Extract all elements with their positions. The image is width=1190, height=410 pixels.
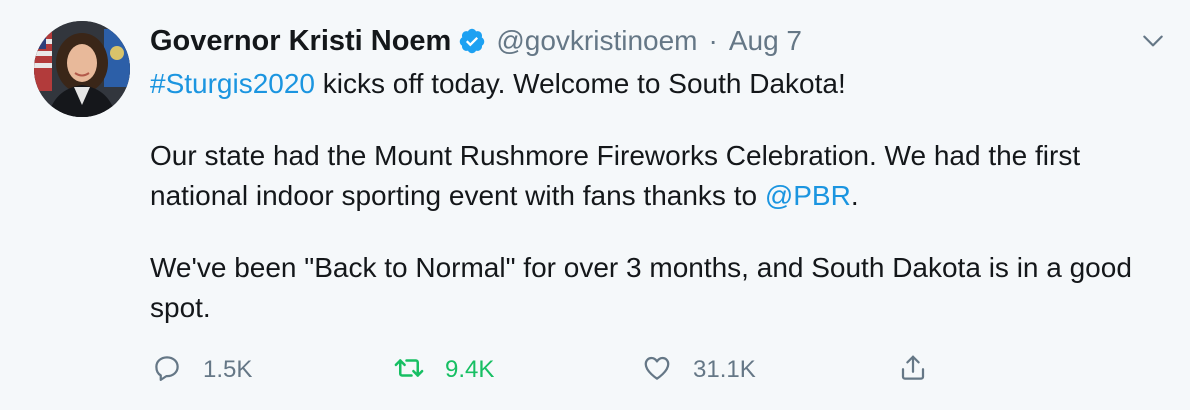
retweet-button[interactable]: 9.4K <box>394 348 494 392</box>
retweet-count: 9.4K <box>445 356 495 383</box>
like-icon <box>642 353 672 388</box>
tweet-date[interactable]: Aug 7 <box>729 25 802 57</box>
avatar[interactable] <box>34 21 130 117</box>
tweet-text-span: Our state had the Mount Rushmore Firewor… <box>150 140 1081 211</box>
share-icon <box>898 353 928 388</box>
tweet-text-span: . <box>850 180 859 211</box>
tweet-header: Governor Kristi Noem @govkristinoem · Au… <box>150 21 802 61</box>
tweet-paragraph-2: Our state had the Mount Rushmore Firewor… <box>150 136 1160 216</box>
tweet-text: #Sturgis2020 kicks off today. Welcome to… <box>150 64 1160 328</box>
retweet-icon <box>394 353 424 388</box>
separator-dot: · <box>708 25 718 56</box>
tweet-actions: 1.5K 9.4K 31.1K <box>0 348 1190 392</box>
reply-button[interactable]: 1.5K <box>152 348 252 392</box>
like-button[interactable]: 31.1K <box>642 348 756 392</box>
tweet-paragraph-3: We've been "Back to Normal" for over 3 m… <box>150 252 1132 323</box>
reply-count: 1.5K <box>203 356 253 383</box>
author-handle[interactable]: @govkristinoem <box>496 25 697 57</box>
caret-down-icon[interactable] <box>1140 28 1166 54</box>
like-count: 31.1K <box>693 356 756 383</box>
share-button[interactable] <box>898 348 928 392</box>
mention-link[interactable]: @PBR <box>765 180 851 211</box>
author-name[interactable]: Governor Kristi Noem <box>150 25 451 58</box>
tweet-paragraph-1: #Sturgis2020 kicks off today. Welcome to… <box>150 64 1160 104</box>
verified-badge-icon <box>458 27 486 55</box>
tweet-text-span: kicks off today. Welcome to South Dakota… <box>315 68 846 99</box>
reply-icon <box>152 353 182 388</box>
avatar-image <box>34 21 130 117</box>
tweet-card[interactable]: Governor Kristi Noem @govkristinoem · Au… <box>0 0 1190 410</box>
hashtag-link[interactable]: #Sturgis2020 <box>150 68 315 99</box>
